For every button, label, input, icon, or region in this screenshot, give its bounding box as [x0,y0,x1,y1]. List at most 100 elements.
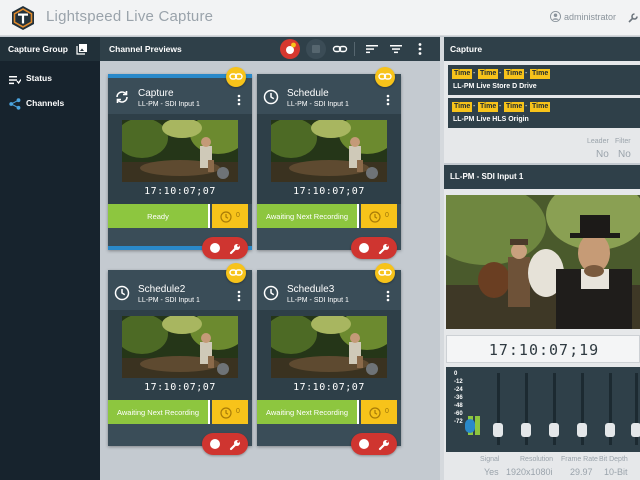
schedule-count: 0 [236,212,240,219]
chip-separator: - [525,103,528,110]
channel-fader[interactable] [546,373,562,445]
gallery-icon[interactable] [76,42,88,60]
link-channel-button[interactable] [226,67,246,87]
sync-icon [114,89,130,110]
channel-thumbnail [271,120,387,182]
tools-icon[interactable] [627,11,639,29]
wrench-icon[interactable] [229,242,241,260]
wrench-icon[interactable] [378,438,390,456]
resolution-label: Resolution [520,456,554,463]
channel-status-label: Awaiting Next Recording [266,408,348,417]
chip-separator: - [499,70,502,77]
destination-row[interactable]: Time - Time - Time - Time LL-PM Live Sto… [448,65,640,95]
channel-card-schedule[interactable]: Schedule LL-PM - SDI Input 1 17:10:07;07… [257,67,401,259]
destination-row[interactable]: Time - Time - Time - Time LL-PM Live HLS… [448,98,640,128]
bit-depth-label: Bit Depth [599,456,628,463]
sidebar-item-status[interactable]: Status [0,67,100,89]
more-vert-icon[interactable] [236,93,242,111]
master-volume-slider[interactable] [465,419,475,433]
filter-value: No [618,149,631,160]
record-button[interactable] [359,243,369,253]
share-icon [9,97,21,115]
link-channel-button[interactable] [226,263,246,283]
leader-value: No [596,149,609,160]
sidebar-header: Capture Group [0,37,100,61]
time-chip: Time [452,102,473,112]
capture-panel-title: Capture [450,44,483,54]
sort-icon [366,45,378,54]
link-icon [229,269,243,276]
filter-icon [390,45,402,54]
chip-separator: - [473,103,476,110]
channel-actions [351,433,397,455]
channel-name: Capture [138,88,174,99]
audio-meters: 0 -12 -24 -36 -48 -60 -72 [446,367,640,452]
time-chip: Time [452,69,473,79]
channel-fader[interactable] [602,373,618,445]
record-all-icon [286,42,296,54]
schedule-badge[interactable]: 0 [361,400,397,424]
chip-separator: - [499,103,502,110]
more-vert-icon[interactable] [236,289,242,307]
clock-icon [263,89,279,110]
channel-actions [202,237,248,259]
channel-actions [351,237,397,259]
leader-label: Leader [587,138,609,145]
channel-input: LL-PM - SDI Input 1 [138,297,200,304]
stop-all-button[interactable] [306,39,326,59]
record-button[interactable] [210,439,220,449]
wrench-icon[interactable] [378,242,390,260]
app-title: Lightspeed Live Capture [46,8,214,25]
clock-icon [369,406,381,424]
more-vert-icon[interactable] [385,289,391,307]
channel-fader[interactable] [628,373,640,445]
resolution-value: 1920x1080i [506,467,553,477]
meter-scale-label: -12 [454,379,463,385]
meter-scale-label: -72 [454,419,463,425]
channel-card-schedule2[interactable]: Schedule2 LL-PM - SDI Input 1 17:10:07;0… [108,263,252,455]
more-vert-icon [418,43,422,55]
signal-label: Signal [480,456,500,463]
sort-button[interactable] [362,39,382,59]
sidebar-item-channels[interactable]: Channels [0,92,100,114]
channel-fader[interactable] [490,373,506,445]
top-bar: Lightspeed Live Capture administrator [0,0,640,36]
channel-fader[interactable] [518,373,534,445]
link-channel-button[interactable] [375,263,395,283]
clock-icon [369,210,381,228]
channel-timecode: 17:10:07;07 [144,186,216,197]
schedule-badge[interactable]: 0 [361,204,397,228]
wrench-icon[interactable] [229,438,241,456]
link-button[interactable] [330,39,350,59]
channel-status: Awaiting Next Recording [257,400,359,424]
record-button[interactable] [210,243,220,253]
channel-status-label: Awaiting Next Recording [266,212,348,221]
input-timecode: 17:10:07;19 [488,341,600,359]
account-icon [550,11,561,24]
input-panel: LL-PM - SDI Input 1 17:10:07;19 0 -12 -2… [444,165,640,480]
more-options-button[interactable] [410,39,430,59]
capture-panel: Capture Time - Time - Time - Time LL-PM … [444,37,640,163]
filter-button[interactable] [386,39,406,59]
channel-card-schedule3[interactable]: Schedule3 LL-PM - SDI Input 1 17:10:07;0… [257,263,401,455]
record-button[interactable] [359,439,369,449]
channel-card-capture[interactable]: Capture LL-PM - SDI Input 1 17:10:07;07 … [108,67,252,259]
more-vert-icon[interactable] [385,93,391,111]
time-chip: Time [478,69,499,79]
chip-separator: - [525,70,528,77]
schedule-badge[interactable]: 0 [212,400,248,424]
sidebar: Capture Group Status Channels [0,37,100,480]
input-panel-title: LL-PM - SDI Input 1 [450,172,524,181]
channel-previews-title: Channel Previews [109,44,182,54]
sidebar-item-label: Status [26,73,52,83]
input-panel-header: LL-PM - SDI Input 1 [444,165,640,189]
schedule-badge[interactable]: 0 [212,204,248,228]
schedule-count: 0 [236,408,240,415]
stop-all-icon [312,45,320,53]
record-all-button[interactable] [280,39,300,59]
channel-thumbnail [122,316,238,378]
channel-status-label: Ready [147,212,169,221]
channel-previews-header: Channel Previews [100,37,440,61]
channel-fader[interactable] [574,373,590,445]
link-channel-button[interactable] [375,67,395,87]
